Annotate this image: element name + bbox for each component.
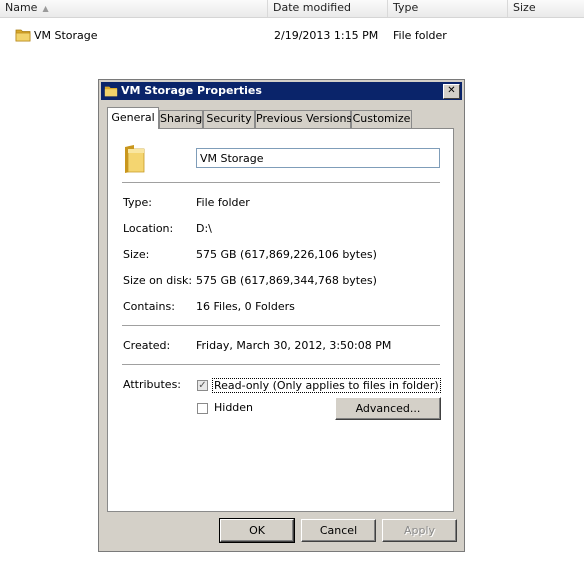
hidden-label[interactable]: Hidden bbox=[214, 401, 253, 414]
readonly-label[interactable]: Read-only (Only applies to files in fold… bbox=[212, 378, 441, 393]
dialog-titlebar[interactable]: VM Storage Properties ✕ bbox=[101, 82, 462, 100]
size-value: 575 GB (617,869,226,106 bytes) bbox=[196, 248, 377, 261]
ok-button[interactable]: OK bbox=[219, 518, 295, 543]
size-on-disk-value: 575 GB (617,869,344,768 bytes) bbox=[196, 274, 377, 287]
close-button[interactable]: ✕ bbox=[443, 84, 460, 99]
properties-dialog: VM Storage Properties ✕ General Sharing … bbox=[98, 79, 465, 552]
sort-up-icon: ▲ bbox=[42, 4, 49, 13]
file-date-modified: 2/19/2013 1:15 PM bbox=[274, 29, 379, 42]
column-header-size[interactable]: Size bbox=[508, 0, 584, 17]
divider bbox=[122, 182, 440, 184]
created-label: Created: bbox=[123, 339, 171, 352]
tab-previous-versions-label: Previous Versions bbox=[256, 112, 353, 125]
tab-security-label: Security bbox=[206, 112, 252, 125]
column-header-name[interactable]: Name ▲ bbox=[0, 0, 268, 17]
attributes-label: Attributes: bbox=[123, 378, 182, 391]
file-name: VM Storage bbox=[34, 29, 98, 42]
checkmark-icon: ✓ bbox=[198, 380, 207, 391]
advanced-button[interactable]: Advanced... bbox=[335, 397, 441, 420]
column-header-bar: Name ▲ Date modified Type Size bbox=[0, 0, 584, 18]
folder-name-input[interactable] bbox=[196, 148, 440, 168]
type-label: Type: bbox=[123, 196, 152, 209]
cancel-button[interactable]: Cancel bbox=[301, 519, 376, 542]
column-header-type-label: Type bbox=[393, 1, 419, 14]
divider bbox=[122, 325, 440, 327]
folder-icon bbox=[122, 143, 148, 178]
size-on-disk-label: Size on disk: bbox=[123, 274, 193, 287]
tab-previous-versions[interactable]: Previous Versions bbox=[255, 110, 353, 128]
file-list-row[interactable]: VM Storage 2/19/2013 1:15 PM File folder bbox=[0, 26, 584, 46]
location-label: Location: bbox=[123, 222, 174, 235]
hidden-checkbox[interactable] bbox=[197, 403, 208, 414]
tab-general[interactable]: General bbox=[107, 107, 159, 129]
apply-button[interactable]: Apply bbox=[382, 519, 457, 542]
column-header-date-modified[interactable]: Date modified bbox=[268, 0, 388, 17]
dialog-title: VM Storage Properties bbox=[121, 84, 262, 97]
tab-security[interactable]: Security bbox=[203, 110, 255, 128]
column-header-name-label: Name bbox=[5, 1, 38, 14]
folder-icon bbox=[15, 27, 31, 46]
readonly-checkbox[interactable]: ✓ bbox=[197, 380, 208, 391]
folder-icon bbox=[104, 84, 118, 101]
tab-general-label: General bbox=[111, 111, 155, 124]
tab-customize[interactable]: Customize bbox=[351, 110, 412, 128]
size-label: Size: bbox=[123, 248, 150, 261]
column-header-type[interactable]: Type bbox=[388, 0, 508, 17]
divider bbox=[122, 364, 440, 366]
tab-sharing-label: Sharing bbox=[160, 112, 203, 125]
contains-value: 16 Files, 0 Folders bbox=[196, 300, 295, 313]
column-header-date-label: Date modified bbox=[273, 1, 351, 14]
type-value: File folder bbox=[196, 196, 250, 209]
location-value: D:\ bbox=[196, 222, 212, 235]
column-header-size-label: Size bbox=[513, 1, 536, 14]
contains-label: Contains: bbox=[123, 300, 175, 313]
file-type: File folder bbox=[393, 29, 447, 42]
general-tab-panel: Type: File folder Location: D:\ Size: 57… bbox=[107, 128, 454, 512]
created-value: Friday, March 30, 2012, 3:50:08 PM bbox=[196, 339, 392, 352]
close-icon: ✕ bbox=[447, 85, 456, 96]
tab-sharing[interactable]: Sharing bbox=[159, 110, 203, 128]
tab-customize-label: Customize bbox=[352, 112, 411, 125]
